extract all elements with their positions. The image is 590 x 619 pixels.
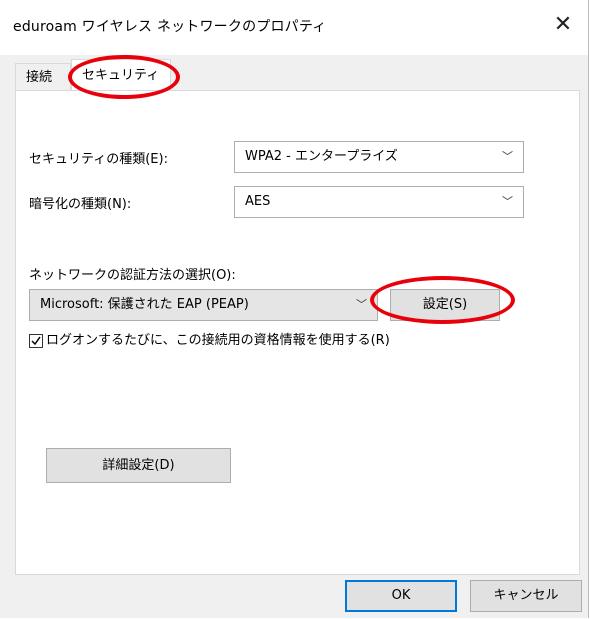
security-type-label: セキュリティの種類(E): <box>29 152 168 167</box>
chevron-down-icon: ﹀ <box>502 150 513 163</box>
security-panel: セキュリティの種類(E): WPA2 - エンタープライズ ﹀ 暗号化の種類(N… <box>15 90 580 575</box>
settings-button[interactable]: 設定(S) <box>390 289 500 321</box>
tab-connection[interactable]: 接続 <box>15 63 71 91</box>
tab-container: 接続 セキュリティ セキュリティの種類(E): WPA2 - エンタープライズ … <box>0 55 588 618</box>
encryption-type-dropdown[interactable]: AES ﹀ <box>234 186 524 218</box>
auth-method-value: Microsoft: 保護された EAP (PEAP) <box>40 297 249 312</box>
encryption-type-value: AES <box>245 194 271 209</box>
cancel-button[interactable]: キャンセル <box>470 580 582 612</box>
chevron-down-icon: ﹀ <box>502 195 513 208</box>
ok-button[interactable]: OK <box>345 580 457 612</box>
security-type-value: WPA2 - エンタープライズ <box>245 149 398 164</box>
close-icon[interactable]: ✕ <box>550 12 576 38</box>
auth-method-dropdown[interactable]: Microsoft: 保護された EAP (PEAP) ﹀ <box>29 289 378 321</box>
properties-dialog: eduroam ワイヤレス ネットワークのプロパティ ✕ 接続 セキュリティ セ… <box>0 0 589 618</box>
security-type-dropdown[interactable]: WPA2 - エンタープライズ ﹀ <box>234 141 524 173</box>
auth-method-label: ネットワークの認証方法の選択(O): <box>29 268 236 283</box>
title-bar: eduroam ワイヤレス ネットワークのプロパティ ✕ <box>0 0 588 55</box>
tab-security[interactable]: セキュリティ <box>71 59 171 91</box>
remember-credentials-row[interactable]: ログオンするたびに、この接続用の資格情報を使用する(R) <box>29 329 390 348</box>
remember-credentials-label: ログオンするたびに、この接続用の資格情報を使用する(R) <box>46 333 390 348</box>
checkmark-icon <box>31 336 41 345</box>
window-title: eduroam ワイヤレス ネットワークのプロパティ <box>13 19 327 35</box>
advanced-settings-button[interactable]: 詳細設定(D) <box>46 448 231 483</box>
chevron-down-icon: ﹀ <box>356 298 367 311</box>
remember-credentials-checkbox[interactable] <box>29 333 43 348</box>
encryption-type-label: 暗号化の種類(N): <box>29 197 132 212</box>
